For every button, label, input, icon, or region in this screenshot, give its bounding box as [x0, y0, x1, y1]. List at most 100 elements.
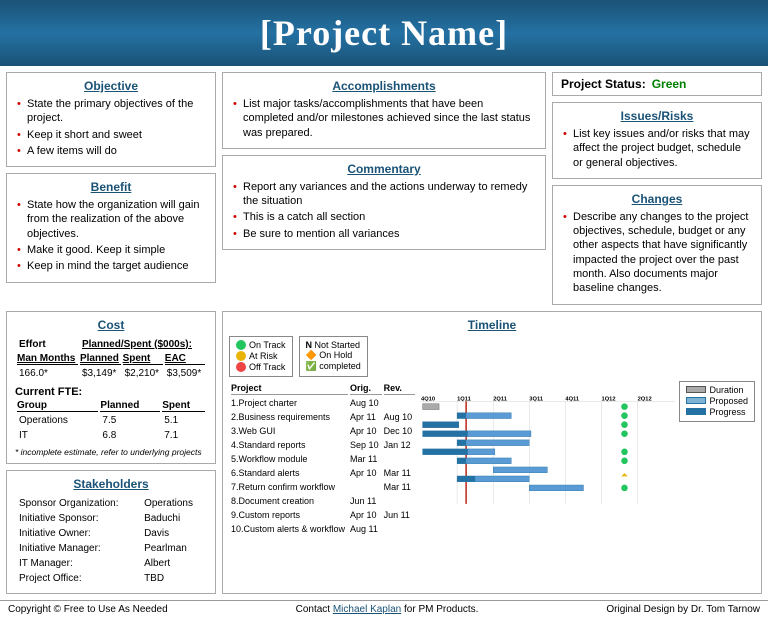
timeline-legend-row: On Track At Risk Off Track N Not Started… — [229, 336, 755, 377]
issues-risks-title: Issues/Risks — [561, 109, 753, 123]
stakeholder-row-2: Initiative Owner: Davis — [17, 527, 205, 540]
project-row-0: 1.Project charter Aug 10 — [231, 397, 415, 409]
fte-col-planned: Planned — [100, 400, 160, 412]
fte-ops-spent: 5.1 — [162, 414, 205, 427]
project-row-5: 6.Standard alerts Apr 10 Mar 11 — [231, 467, 415, 479]
cost-man-months: 166.0* — [17, 367, 78, 380]
completed-item: ✅ completed — [306, 361, 361, 372]
accomplishments-item-1: List major tasks/accomplishments that ha… — [231, 97, 537, 140]
stakeholder-val-3: Pearlman — [142, 542, 205, 555]
contact-suffix: for PM Products. — [401, 604, 478, 615]
stakeholder-row-1: Initiative Sponsor: Baduchi — [17, 512, 205, 525]
changes-panel: Changes Describe any changes to the proj… — [552, 185, 762, 305]
project-orig-7: Jun 11 — [350, 495, 382, 507]
fte-row-ops: Operations 7.5 5.1 — [17, 414, 205, 427]
copyright: Copyright © Free to Use As Needed — [8, 604, 168, 615]
duration-legend-item: Duration — [686, 385, 748, 395]
stakeholder-row-0: Sponsor Organization: Operations — [17, 497, 205, 510]
benefit-panel: Benefit State how the organization will … — [6, 173, 216, 282]
project-name-5: 6.Standard alerts — [231, 467, 348, 479]
fte-it-group: IT — [17, 429, 98, 442]
stakeholder-val-0: Operations — [142, 497, 205, 510]
at-risk-dot — [236, 351, 246, 361]
stakeholder-label-4: IT Manager: — [17, 557, 140, 570]
planned-spent-label: Planned/Spent ($000s): — [80, 338, 205, 351]
col-eac: EAC — [165, 353, 205, 365]
cost-note: * incomplete estimate, refer to underlyi… — [15, 447, 207, 457]
right-col: Project Status: Green Issues/Risks List … — [552, 72, 762, 305]
cost-row: 166.0* $3,149* $2,210* $3,509* — [17, 367, 205, 380]
changes-title: Changes — [561, 192, 753, 206]
gantt-svg: 4Q10 1Q11 2Q11 3Q11 4Q11 1Q12 2Q12 — [421, 381, 675, 516]
left-col: Objective State the primary objectives o… — [6, 72, 216, 305]
cost-eac: $3,509* — [165, 367, 205, 380]
stakeholder-label-2: Initiative Owner: — [17, 527, 140, 540]
on-track-label: On Track — [249, 340, 286, 350]
credit: Original Design by Dr. Tom Tarnow — [606, 604, 760, 615]
stakeholders-title: Stakeholders — [15, 477, 207, 491]
center-col: Accomplishments List major tasks/accompl… — [222, 72, 546, 305]
col-project: Project — [231, 383, 348, 395]
commentary-list: Report any variances and the actions und… — [231, 180, 537, 241]
progress-bar — [686, 408, 706, 415]
page-title: [Project Name] — [260, 13, 508, 53]
on-track-item: On Track — [236, 340, 286, 350]
started-legend: N Not Started 🔶 On Hold ✅ completed — [299, 336, 368, 377]
svg-text:2Q12: 2Q12 — [638, 396, 652, 402]
project-row-6: 7.Return confirm workflow Mar 11 — [231, 481, 415, 493]
stakeholder-row-5: Project Office: TBD — [17, 572, 205, 585]
stakeholder-label-5: Project Office: — [17, 572, 140, 585]
stakeholder-label-1: Initiative Sponsor: — [17, 512, 140, 525]
proposed-legend-item: Proposed — [686, 396, 748, 406]
svg-text:3Q11: 3Q11 — [529, 396, 544, 402]
col-planned: Planned — [80, 353, 121, 365]
project-name-9: 10.Custom alerts & workflow — [231, 523, 348, 535]
at-risk-item: At Risk — [236, 351, 286, 361]
progress-legend-item: Progress — [686, 407, 748, 417]
track-legend: On Track At Risk Off Track — [229, 336, 293, 377]
project-orig-9: Aug 11 — [350, 523, 382, 535]
col-rev: Rev. — [384, 383, 416, 395]
stakeholder-val-1: Baduchi — [142, 512, 205, 525]
project-rev-0 — [384, 397, 416, 409]
fte-it-spent: 7.1 — [162, 429, 205, 442]
commentary-panel: Commentary Report any variances and the … — [222, 155, 546, 250]
gantt-container: Project Orig. Rev. 1.Project charter Aug… — [229, 381, 755, 537]
project-name-8: 9.Custom reports — [231, 509, 348, 521]
benefit-list: State how the organization will gain fro… — [15, 198, 207, 273]
stakeholder-row-4: IT Manager: Albert — [17, 557, 205, 570]
objective-title: Objective — [15, 79, 207, 93]
project-orig-4: Mar 11 — [350, 453, 382, 465]
cost-table: Effort Planned/Spent ($000s): Man Months… — [15, 336, 207, 382]
col-orig: Orig. — [350, 383, 382, 395]
project-rev-2: Dec 10 — [384, 425, 416, 437]
cost-title: Cost — [15, 318, 207, 332]
stakeholder-label-3: Initiative Manager: — [17, 542, 140, 555]
contact-link[interactable]: Michael Kaplan — [333, 604, 401, 615]
project-name-3: 4.Standard reports — [231, 439, 348, 451]
cost-spent: $2,210* — [123, 367, 163, 380]
project-orig-6 — [350, 481, 382, 493]
proposed-bar — [686, 397, 706, 404]
project-orig-2: Apr 10 — [350, 425, 382, 437]
project-list: Project Orig. Rev. 1.Project charter Aug… — [229, 381, 417, 537]
proposed-label: Proposed — [709, 396, 748, 406]
fte-it-planned: 6.8 — [100, 429, 160, 442]
cost-panel: Cost Effort Planned/Spent ($000s): Man M… — [6, 311, 216, 464]
page-header: [Project Name] — [0, 0, 768, 66]
project-row-1: 2.Business requirements Apr 11 Aug 10 — [231, 411, 415, 423]
fte-col-group: Group — [17, 400, 98, 412]
fte-table: Group Planned Spent Operations 7.5 5.1 I… — [15, 398, 207, 444]
off-track-item: Off Track — [236, 362, 286, 372]
timeline-panel: Timeline On Track At Risk Off Track N No… — [222, 311, 762, 594]
stakeholder-val-2: Davis — [142, 527, 205, 540]
project-rev-8: Jun 11 — [384, 509, 416, 521]
project-row-4: 5.Workflow module Mar 11 — [231, 453, 415, 465]
objective-list: State the primary objectives of the proj… — [15, 97, 207, 158]
fte-ops-group: Operations — [17, 414, 98, 427]
project-rev-9 — [384, 523, 416, 535]
project-row-8: 9.Custom reports Apr 10 Jun 11 — [231, 509, 415, 521]
bottom-row: Cost Effort Planned/Spent ($000s): Man M… — [0, 311, 768, 600]
fte-section: Current FTE: Group Planned Spent Operati… — [15, 386, 207, 457]
project-rev-4 — [384, 453, 416, 465]
